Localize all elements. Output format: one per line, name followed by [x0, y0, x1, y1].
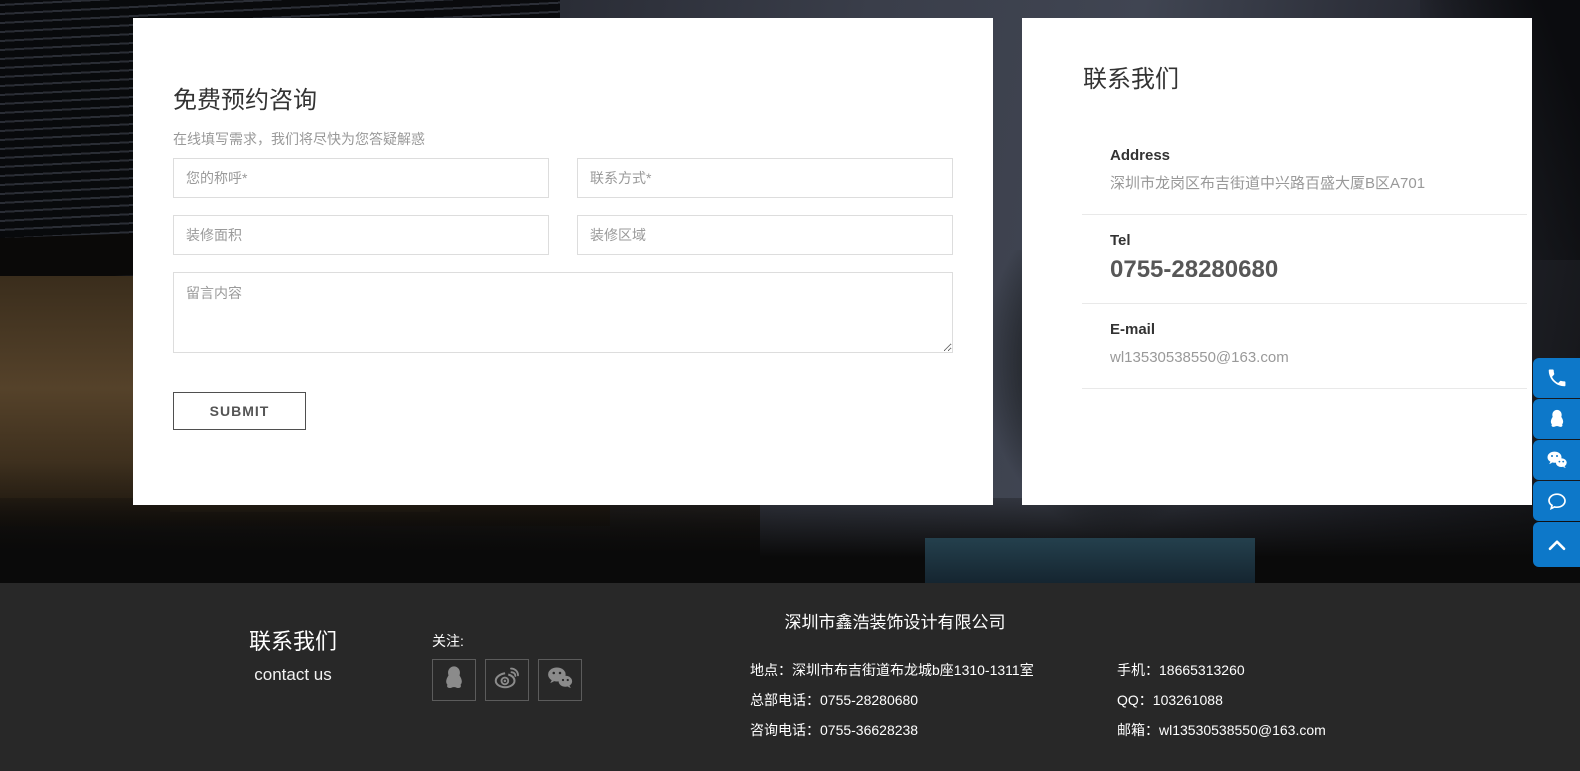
company-name: 深圳市鑫浩装饰设计有限公司 — [700, 611, 1090, 635]
wechat-social-link[interactable] — [538, 659, 582, 701]
footer-info-right: 手机：18665313260 QQ：103261088 邮箱：wl1353053… — [1117, 655, 1326, 745]
submit-button[interactable]: SUBMIT — [173, 392, 306, 430]
contact-input[interactable] — [577, 158, 953, 198]
contact-card-title: 联系我们 — [1083, 64, 1532, 96]
floating-action-bar — [1533, 358, 1580, 568]
footer-info-left: 地点：深圳市布吉街道布龙城b座1310-1311室 总部电话：0755-2828… — [750, 655, 1034, 745]
pool-water — [925, 538, 1255, 583]
booking-form-subtitle: 在线填写需求，我们将尽快为您答疑解惑 — [173, 129, 425, 149]
name-input[interactable] — [173, 158, 549, 198]
qq-icon — [440, 664, 468, 697]
address-label: Address — [1110, 146, 1527, 166]
weibo-icon — [492, 663, 522, 698]
footer-heading: 联系我们 — [238, 627, 348, 657]
email-value: wl13530538550@163.com — [1110, 346, 1527, 370]
email-label: E-mail — [1110, 320, 1527, 340]
footer: 联系我们 contact us 关注: — [0, 583, 1580, 771]
wechat-button[interactable] — [1533, 440, 1580, 480]
message-textarea[interactable] — [173, 272, 953, 353]
contact-email-item: E-mail wl13530538550@163.com — [1082, 304, 1527, 389]
tel-label: Tel — [1110, 231, 1527, 251]
contact-info-card: 联系我们 Address 深圳市龙岗区布吉街道中兴路百盛大厦B区A701 Tel… — [1022, 18, 1532, 505]
chevron-up-icon — [1544, 532, 1570, 558]
contact-address-item: Address 深圳市龙岗区布吉街道中兴路百盛大厦B区A701 — [1082, 130, 1527, 215]
footer-address-line: 地点：深圳市布吉街道布龙城b座1310-1311室 — [750, 655, 1034, 685]
address-value: 深圳市龙岗区布吉街道中兴路百盛大厦B区A701 — [1110, 172, 1527, 196]
wechat-icon — [545, 663, 575, 698]
renovation-region-input[interactable] — [577, 215, 953, 255]
phone-button[interactable] — [1533, 358, 1580, 398]
contact-card-body: Address 深圳市龙岗区布吉街道中兴路百盛大厦B区A701 Tel 0755… — [1082, 130, 1527, 389]
page: 免费预约咨询 在线填写需求，我们将尽快为您答疑解惑 SUBMIT 联系我们 Ad… — [0, 0, 1580, 771]
follow-label: 关注: — [432, 631, 582, 651]
message-button[interactable] — [1533, 481, 1580, 521]
weibo-social-link[interactable] — [485, 659, 529, 701]
dark-deck — [0, 498, 1580, 583]
footer-subheading: contact us — [238, 663, 348, 687]
footer-follow-block: 关注: — [432, 631, 582, 701]
wechat-icon — [1545, 448, 1569, 472]
booking-form-title: 免费预约咨询 — [173, 80, 317, 115]
qq-social-link[interactable] — [432, 659, 476, 701]
qq-icon — [1546, 408, 1568, 430]
social-icon-row — [432, 659, 582, 701]
back-to-top-button[interactable] — [1533, 522, 1580, 567]
footer-hq-tel-line: 总部电话：0755-28280680 — [750, 685, 1034, 715]
renovation-area-input[interactable] — [173, 215, 549, 255]
footer-email-line: 邮箱：wl13530538550@163.com — [1117, 715, 1326, 745]
footer-mobile-line: 手机：18665313260 — [1117, 655, 1326, 685]
footer-heading-block: 联系我们 contact us — [238, 627, 348, 687]
tel-value: 0755-28280680 — [1110, 255, 1527, 285]
qq-button[interactable] — [1533, 399, 1580, 439]
footer-consult-tel-line: 咨询电话：0755-36628238 — [750, 715, 1034, 745]
message-icon — [1545, 489, 1569, 513]
phone-icon — [1546, 367, 1568, 389]
contact-tel-item: Tel 0755-28280680 — [1082, 215, 1527, 304]
footer-qq-line: QQ：103261088 — [1117, 685, 1326, 715]
booking-form-card: 免费预约咨询 在线填写需求，我们将尽快为您答疑解惑 SUBMIT — [133, 18, 993, 505]
